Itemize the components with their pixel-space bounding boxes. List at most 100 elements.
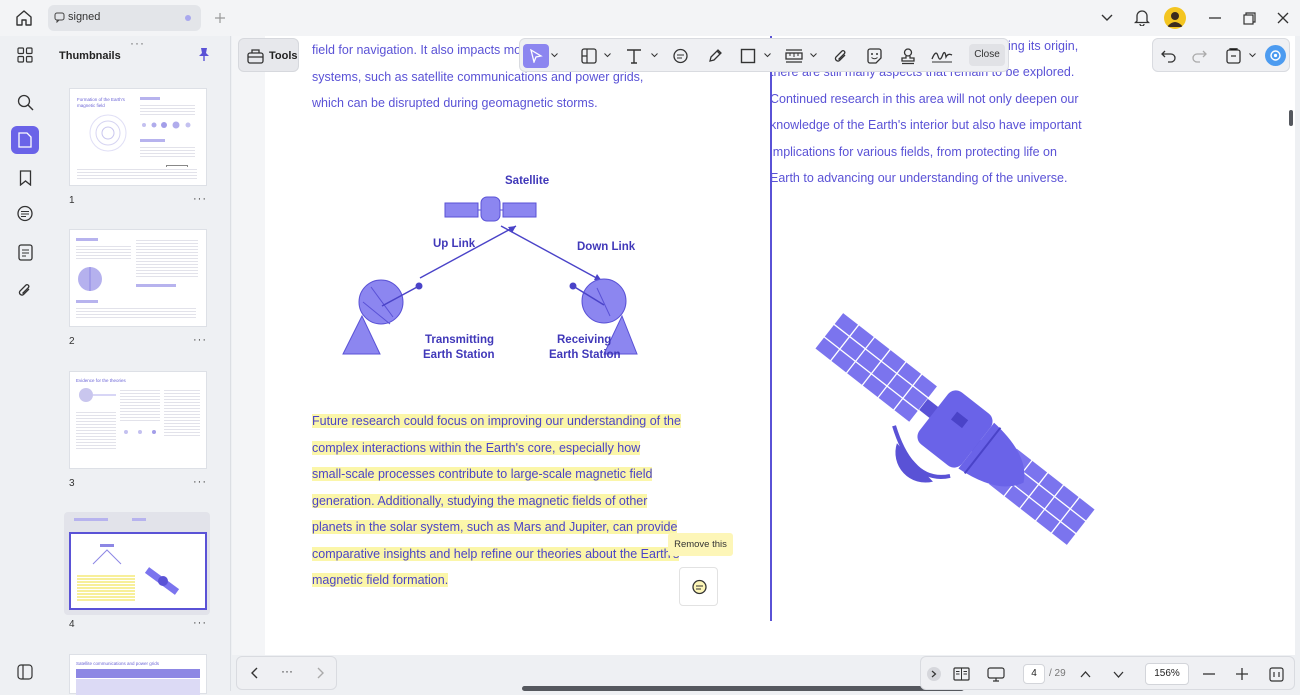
thumbnail-page-5[interactable]: Satellite communications and power grids: [69, 654, 207, 695]
thumbnail-line: [140, 139, 165, 142]
sticker-tool-icon[interactable]: [864, 46, 884, 66]
view-toolbar: 4 / 29 156%: [920, 656, 1295, 690]
highlighted-text[interactable]: complex interactions within the Earth's …: [312, 435, 641, 461]
highlight-line: Future research could focus on improving…: [312, 414, 681, 428]
home-icon[interactable]: [13, 7, 35, 29]
highlighted-text[interactable]: comparative insights and help refine our…: [312, 541, 680, 567]
expand-icon[interactable]: [927, 667, 941, 681]
page-number: 4: [69, 619, 75, 630]
thumbnail-more-button[interactable]: ···: [193, 193, 207, 205]
measure-tool-icon[interactable]: [783, 46, 805, 66]
thumbnails-panel: ··· Thumbnails Formation of the Earth's …: [46, 36, 231, 695]
minimize-icon[interactable]: [1206, 9, 1224, 27]
thumbnail-text: [140, 103, 195, 117]
diagram-label-satellite: Satellite: [505, 175, 550, 187]
comment-note[interactable]: [679, 567, 718, 606]
highlighted-text[interactable]: planets in the solar system, such as Mar…: [312, 514, 678, 540]
bookmark-icon[interactable]: [11, 164, 39, 192]
comments-icon[interactable]: [11, 200, 39, 228]
thumbnail-more-button[interactable]: ···: [193, 617, 207, 629]
page-total: / 29: [1049, 668, 1066, 679]
thumbnail-dots: [120, 428, 160, 438]
new-tab-icon[interactable]: [211, 9, 229, 27]
thumbnails-icon[interactable]: [11, 126, 39, 154]
attachment-list-icon[interactable]: [11, 238, 39, 266]
signature-tool-icon[interactable]: [930, 46, 954, 66]
chevron-down-icon[interactable]: [1110, 666, 1126, 682]
layout-toggle-icon[interactable]: [11, 658, 39, 686]
document-page: field for navigation. It also impacts mo…: [265, 36, 1295, 655]
thumbnail-more-button[interactable]: ···: [193, 334, 207, 346]
chevron-down-icon[interactable]: [650, 51, 658, 59]
highlighted-text[interactable]: small-scale processes contribute to larg…: [312, 461, 653, 487]
comment-tool-icon[interactable]: [670, 46, 690, 66]
pen-tool-icon[interactable]: [705, 46, 725, 66]
page-number-input[interactable]: 4: [1023, 664, 1045, 684]
search-icon[interactable]: [11, 88, 39, 116]
fit-page-icon[interactable]: [1267, 665, 1285, 683]
zoom-out-icon[interactable]: [1201, 666, 1217, 682]
zoom-in-icon[interactable]: [1234, 666, 1250, 682]
presentation-icon[interactable]: [985, 665, 1007, 683]
diagram-label-transmit-line1: Transmitting: [425, 334, 495, 346]
thumbnail-page-1[interactable]: Formation of the Earth's magnetic field: [69, 88, 207, 186]
body-text: which can be disrupted during geomagneti…: [312, 96, 598, 110]
attach-tool-icon[interactable]: [831, 46, 851, 66]
tools-button[interactable]: Tools: [238, 38, 299, 72]
chevron-down-icon[interactable]: [763, 51, 771, 59]
document-viewport[interactable]: field for navigation. It also impacts mo…: [232, 36, 1295, 655]
left-rail: [5, 36, 45, 691]
thumbnail-line: [136, 284, 176, 287]
undo-icon[interactable]: [1158, 46, 1178, 66]
thumbnail-figure: [78, 267, 102, 291]
chevron-down-icon[interactable]: [603, 51, 611, 59]
text-tool-icon[interactable]: [624, 46, 644, 66]
save-icon[interactable]: [1223, 46, 1243, 66]
rectangle-tool-icon[interactable]: [738, 46, 758, 66]
select-tool-icon[interactable]: [523, 44, 549, 68]
more-button[interactable]: ···: [281, 664, 293, 678]
highlight-line: planets in the solar system, such as Mar…: [312, 520, 678, 534]
thumbnail-text: [120, 388, 160, 422]
vertical-scrollbar[interactable]: [1289, 110, 1293, 126]
area-tool-icon[interactable]: [579, 46, 599, 66]
diagram-label-transmit: Transmitting: [425, 334, 505, 346]
diagram-label-receive-line1: Receiving: [557, 334, 612, 346]
chevron-down-icon[interactable]: [550, 51, 558, 59]
horizontal-scrollbar[interactable]: [522, 686, 964, 691]
thumbnail-page-2[interactable]: [69, 229, 207, 327]
panel-drag-handle[interactable]: ···: [130, 36, 145, 50]
thumbnail-line: [140, 97, 160, 100]
thumbnail-page-4[interactable]: [69, 532, 207, 610]
paperclip-icon[interactable]: [11, 276, 39, 304]
chevron-right-icon[interactable]: [313, 665, 329, 681]
unsaved-dot-icon: [185, 15, 191, 21]
avatar[interactable]: [1164, 7, 1186, 29]
page-layout-icon[interactable]: [951, 665, 971, 683]
thumbnail-text: [140, 145, 195, 159]
chevron-down-icon[interactable]: [1098, 9, 1116, 27]
highlighted-text[interactable]: magnetic field formation.: [312, 567, 449, 593]
highlighted-text[interactable]: Future research could focus on improving…: [312, 408, 681, 434]
apps-icon[interactable]: [11, 41, 39, 69]
chevron-up-icon[interactable]: [1077, 666, 1093, 682]
close-toolbar-button[interactable]: Close: [969, 44, 1005, 66]
body-text: knowledge of the Earth's interior but al…: [770, 118, 1082, 132]
thumbnail-text: [77, 167, 197, 179]
document-tab[interactable]: signed: [48, 5, 201, 31]
bell-icon[interactable]: [1132, 7, 1152, 27]
redo-icon[interactable]: [1189, 46, 1209, 66]
chevron-down-icon[interactable]: [1248, 51, 1256, 59]
chevron-left-icon[interactable]: [246, 665, 262, 681]
thumbnail-more-button[interactable]: ···: [193, 476, 207, 488]
restore-icon[interactable]: [1240, 9, 1258, 27]
thumbnail-table-body: [76, 679, 200, 695]
highlighted-text[interactable]: generation. Additionally, studying the m…: [312, 488, 648, 514]
zoom-level[interactable]: 156%: [1145, 663, 1189, 685]
chevron-down-icon[interactable]: [809, 51, 817, 59]
ai-assistant-icon[interactable]: [1265, 45, 1286, 66]
thumbnail-page-3[interactable]: Evidence for the theories: [69, 371, 207, 469]
stamp-tool-icon[interactable]: [898, 46, 918, 66]
pin-icon[interactable]: [196, 46, 212, 62]
close-window-icon[interactable]: [1274, 9, 1292, 27]
